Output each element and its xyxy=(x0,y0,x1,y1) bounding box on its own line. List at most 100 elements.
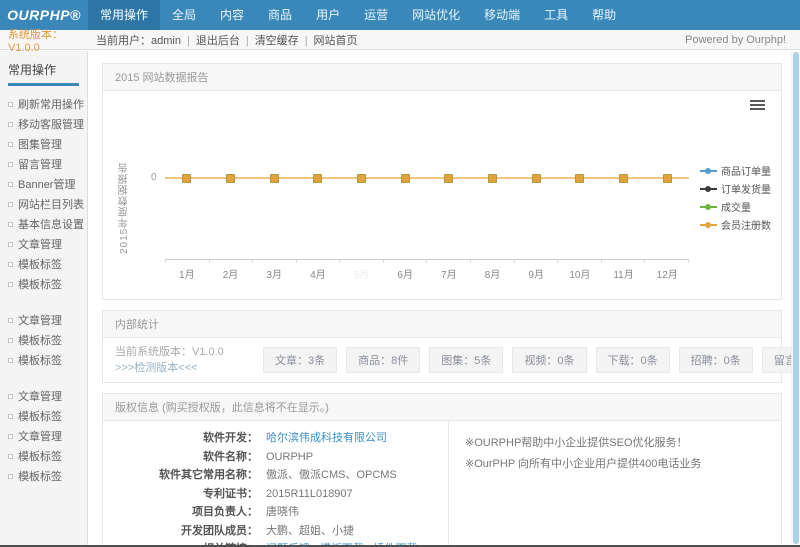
report-panel: 2015 网站数据报告 2015年度数据报告 0 1月2月3月4月5月6月7月8… xyxy=(102,63,782,300)
scrollbar-thumb[interactable] xyxy=(793,52,799,544)
chart-toolbox-menu-icon[interactable] xyxy=(750,100,765,110)
info-value: OURPHP xyxy=(258,448,313,467)
check-version-link[interactable]: >>>检测版本<<< xyxy=(115,360,255,377)
logout-link[interactable]: 退出后台 xyxy=(181,32,240,48)
sidebar-item-label: 文章管理 xyxy=(18,236,62,252)
sidebar-item[interactable]: 模板标签 xyxy=(0,254,87,274)
checkbox-bullet-icon xyxy=(8,414,13,419)
current-version-label: 当前系统版本：V1.0.0 xyxy=(115,344,255,361)
sidebar-item[interactable]: 模板标签 xyxy=(0,406,87,426)
sidebar-item-label: 文章管理 xyxy=(18,388,62,404)
sidebar-item[interactable]: Banner管理 xyxy=(0,174,87,194)
checkbox-bullet-icon xyxy=(8,474,13,479)
info-label: 开发团队成员： xyxy=(103,522,258,541)
sidebar-item[interactable]: 留言管理 xyxy=(0,154,87,174)
legend-line-dot-icon xyxy=(700,202,717,212)
nav-tab-users[interactable]: 用户 xyxy=(304,0,352,30)
stat-badges: 文章：3条商品：8件图集：5条视频：0条下载：0条招聘：0条留言：0条友链：1条 xyxy=(263,347,800,373)
x-axis-tick-label: 8月 xyxy=(471,266,515,281)
legend-item[interactable]: 会员注册数 xyxy=(700,217,771,232)
x-axis-tick-label: 11月 xyxy=(602,266,646,281)
promo-note-400: ※OurPHP 向所有中小企业用户提供400电话业务 xyxy=(465,454,765,475)
sidebar-item[interactable]: 移动客服管理 xyxy=(0,114,87,134)
data-point-marker xyxy=(471,174,515,183)
vertical-scrollbar[interactable] xyxy=(791,51,800,545)
checkbox-bullet-icon xyxy=(8,222,13,227)
info-row-aliases: 软件其它常用名称： 傲派、傲派CMS、OPCMS xyxy=(103,466,448,485)
sidebar-item[interactable]: 模板标签 xyxy=(0,274,87,294)
site-home-link[interactable]: 网站首页 xyxy=(299,32,358,48)
sidebar-item[interactable]: 模板标签 xyxy=(0,350,87,370)
nav-tab-common-operations[interactable]: 常用操作 xyxy=(88,0,160,30)
nav-tab-mobile[interactable]: 移动端 xyxy=(472,0,532,30)
info-row-patent: 专利证书： 2015R11L018907 xyxy=(103,485,448,504)
checkbox-bullet-icon xyxy=(8,358,13,363)
legend-item[interactable]: 商品订单量 xyxy=(700,163,771,178)
stat-badge: 文章：3条 xyxy=(263,347,337,373)
stats-body: 当前系统版本：V1.0.0 >>>检测版本<<< 文章：3条商品：8件图集：5条… xyxy=(103,338,781,382)
powered-by-label: Powered by Ourphp! xyxy=(685,34,800,46)
x-axis-tick-label: 12月 xyxy=(645,266,689,281)
developer-company-link[interactable]: 哈尔滨伟成科技有限公司 xyxy=(258,429,387,448)
sidebar-item[interactable]: 刷新常用操作 xyxy=(0,94,87,114)
info-value: 傲派、傲派CMS、OPCMS xyxy=(258,466,397,485)
sidebar-item[interactable]: 文章管理 xyxy=(0,310,87,330)
x-axis-tick-label: 9月 xyxy=(514,266,558,281)
legend-line-dot-icon xyxy=(700,220,717,230)
sidebar-item[interactable]: 文章管理 xyxy=(0,386,87,406)
sidebar-item[interactable]: 文章管理 xyxy=(0,234,87,254)
info-value: 大鹏、超姐、小捷 xyxy=(258,522,354,541)
top-navbar: OURPHP® 常用操作 全局 内容 商品 用户 运营 网站优化 移动端 工具 … xyxy=(0,0,800,30)
sidebar-item[interactable]: 文章管理 xyxy=(0,426,87,446)
sidebar-item-label: 网站栏目列表 xyxy=(18,196,84,212)
data-point-marker xyxy=(340,174,384,183)
nav-tab-seo[interactable]: 网站优化 xyxy=(400,0,472,30)
nav-tab-tools[interactable]: 工具 xyxy=(532,0,580,30)
report-panel-title: 2015 网站数据报告 xyxy=(103,64,781,91)
sidebar-item[interactable]: 网站栏目列表 xyxy=(0,194,87,214)
stat-badge: 商品：8件 xyxy=(346,347,420,373)
stat-badge: 视频：0条 xyxy=(512,347,586,373)
sidebar-item-label: 移动客服管理 xyxy=(18,116,84,132)
legend-item[interactable]: 订单发货量 xyxy=(700,181,771,196)
sidebar-item-label: 文章管理 xyxy=(18,428,62,444)
nav-tab-global[interactable]: 全局 xyxy=(160,0,208,30)
sidebar-item-label: 模板标签 xyxy=(18,352,62,368)
sidebar-item-label: 图集管理 xyxy=(18,136,62,152)
system-version-label: 系统版本：V1.0.0 xyxy=(0,26,88,54)
nav-tab-products[interactable]: 商品 xyxy=(256,0,304,30)
data-point-marker xyxy=(209,174,253,183)
data-point-marker xyxy=(645,174,689,183)
sidebar-group-3: 文章管理 模板标签 文章管理 模板标签 xyxy=(0,386,87,486)
sidebar-item[interactable]: 模板标签 xyxy=(0,446,87,466)
info-label: 软件开发： xyxy=(103,429,258,448)
system-version-block: 当前系统版本：V1.0.0 >>>检测版本<<< xyxy=(115,344,255,377)
legend-item[interactable]: 成交量 xyxy=(700,199,771,214)
promo-notes: ※OURPHP帮助中小企业提供SEO优化服务！ ※OurPHP 向所有中小企业用… xyxy=(448,421,781,545)
stat-badge: 招聘：0条 xyxy=(679,347,753,373)
sidebar-item[interactable]: 模板标签 xyxy=(0,330,87,350)
checkbox-bullet-icon xyxy=(8,202,13,207)
legend-line-dot-icon xyxy=(700,166,717,176)
x-axis-tick-label: 5月 xyxy=(340,266,384,281)
nav-tab-operations[interactable]: 运营 xyxy=(352,0,400,30)
current-user-label: 当前用户：admin xyxy=(88,32,181,48)
sidebar-item[interactable]: 基本信息设置 xyxy=(0,214,87,234)
checkbox-bullet-icon xyxy=(8,282,13,287)
stats-panel-title: 内部统计 xyxy=(103,311,781,338)
nav-tab-content[interactable]: 内容 xyxy=(208,0,256,30)
x-axis-tick-label: 2月 xyxy=(209,266,253,281)
sidebar-item[interactable]: 模板标签 xyxy=(0,466,87,486)
checkbox-bullet-icon xyxy=(8,338,13,343)
sidebar-item-label: 模板标签 xyxy=(18,408,62,424)
nav-tab-help[interactable]: 帮助 xyxy=(580,0,628,30)
clear-cache-link[interactable]: 清空缓存 xyxy=(240,32,299,48)
info-value: 唐晓伟 xyxy=(258,503,299,522)
data-point-marker xyxy=(602,174,646,183)
x-axis-tick-label: 6月 xyxy=(383,266,427,281)
sidebar-item[interactable]: 图集管理 xyxy=(0,134,87,154)
info-value: 2015R11L018907 xyxy=(258,485,353,504)
x-axis-tick-label: 7月 xyxy=(427,266,471,281)
sidebar-group-2: 文章管理 模板标签 模板标签 xyxy=(0,310,87,370)
sidebar-title: 常用操作 xyxy=(8,61,79,86)
